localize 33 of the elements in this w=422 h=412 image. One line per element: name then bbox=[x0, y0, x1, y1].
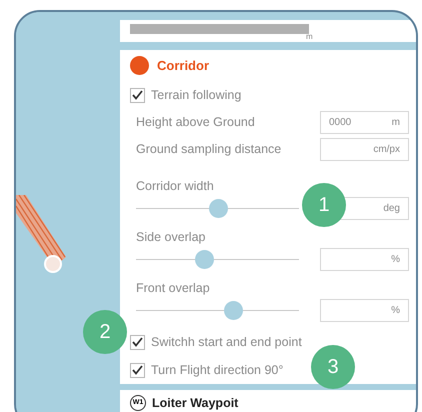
input-field[interactable]: cm/px bbox=[320, 138, 409, 161]
section-title: Corridor bbox=[157, 56, 209, 75]
unit-label: m bbox=[392, 116, 400, 130]
checkbox-label: Switchh start and end point bbox=[151, 334, 302, 351]
unit-label: % bbox=[391, 252, 400, 266]
slider-thumb[interactable] bbox=[224, 300, 243, 320]
unit-label: deg bbox=[383, 202, 400, 216]
slider-label: Side overlap bbox=[136, 228, 206, 246]
slider-thumb[interactable] bbox=[209, 198, 228, 218]
value-input[interactable]: 0000 bbox=[329, 115, 369, 130]
check-icon bbox=[132, 365, 143, 375]
field-label: Height above Ground bbox=[136, 114, 255, 132]
unit-label: m bbox=[306, 32, 313, 42]
input-field[interactable]: 0000 m bbox=[320, 111, 409, 134]
section-title: Loiter Waypoit bbox=[152, 395, 238, 411]
unit-label: % bbox=[391, 304, 400, 318]
checkbox[interactable] bbox=[130, 334, 145, 350]
checkbox-label: Terrain following bbox=[151, 86, 242, 104]
slider[interactable] bbox=[136, 300, 299, 320]
input-field[interactable]: % bbox=[320, 298, 409, 322]
slider[interactable] bbox=[136, 198, 299, 218]
slider[interactable] bbox=[136, 250, 299, 268]
slider-thumb[interactable] bbox=[195, 250, 214, 268]
checkbox[interactable] bbox=[130, 362, 145, 378]
input-field[interactable]: % bbox=[320, 248, 409, 270]
checkbox-label: Turn Flight direction 90° bbox=[151, 362, 284, 379]
unit-label: cm/px bbox=[373, 143, 400, 157]
field-label: Ground sampling distance bbox=[136, 141, 282, 158]
slider-label: Front overlap bbox=[136, 280, 210, 297]
check-icon bbox=[132, 337, 143, 347]
check-icon bbox=[132, 90, 143, 100]
slider-label: Corridor width bbox=[136, 178, 214, 195]
checkbox[interactable] bbox=[130, 88, 145, 102]
